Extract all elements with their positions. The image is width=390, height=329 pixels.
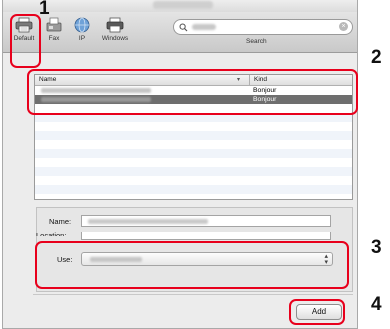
windows-tab-label: Windows — [101, 35, 129, 42]
highlight-use — [35, 241, 349, 289]
search-icon — [179, 23, 188, 32]
empty-row — [35, 185, 352, 194]
globe-icon — [73, 17, 91, 33]
fax-tab-label: Fax — [48, 35, 60, 42]
step-2-number: 2 — [371, 47, 382, 68]
ip-tab-label: IP — [78, 35, 86, 42]
search-input[interactable]: × — [173, 19, 353, 35]
name-label: Name: — [49, 217, 72, 226]
search-placeholder — [192, 24, 216, 30]
highlight-default — [10, 14, 41, 68]
ip-tab[interactable]: IP — [67, 14, 97, 50]
location-field[interactable] — [81, 232, 331, 240]
step-3-number: 3 — [371, 237, 382, 258]
divider — [33, 294, 353, 295]
highlight-list — [27, 69, 358, 115]
windows-tab[interactable]: Windows — [95, 14, 135, 50]
step-1-number: 1 — [39, 0, 50, 19]
title-bar — [3, 0, 357, 12]
empty-row — [35, 149, 352, 158]
step-4-number: 4 — [371, 294, 382, 315]
location-label: Location: — [36, 231, 67, 236]
empty-row — [35, 167, 352, 176]
windows-printer-icon — [106, 17, 124, 33]
name-value — [88, 219, 208, 224]
toolbar: Default Fax IP Windows × Search — [3, 12, 357, 53]
close-circle-icon[interactable]: × — [339, 22, 348, 31]
empty-row — [35, 131, 352, 140]
search-label: Search — [246, 38, 267, 45]
window-title — [153, 1, 213, 9]
highlight-add — [289, 299, 345, 325]
name-field[interactable] — [81, 215, 331, 227]
